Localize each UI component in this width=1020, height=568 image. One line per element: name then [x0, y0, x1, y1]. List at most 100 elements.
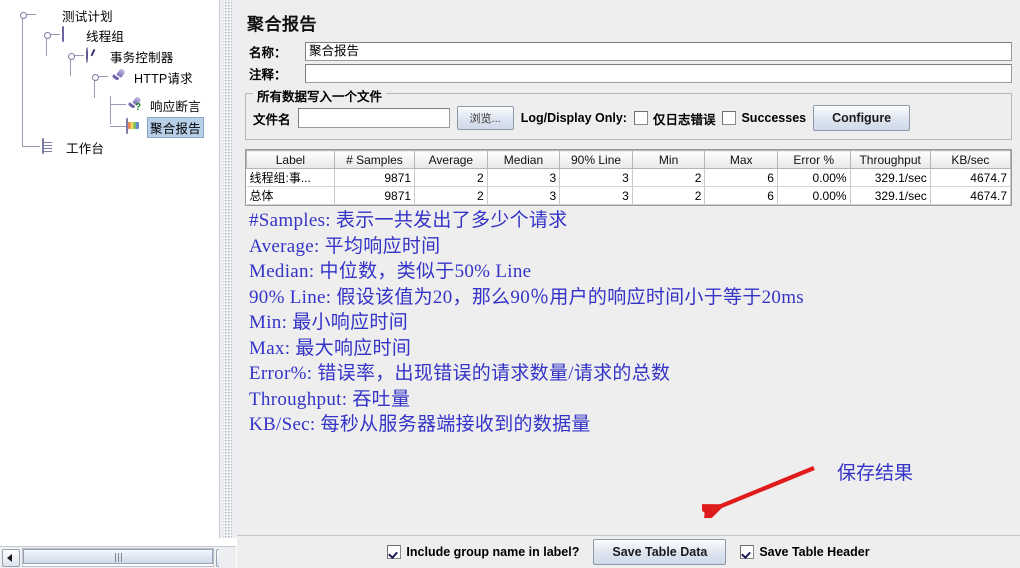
table-cell: 总体	[246, 186, 335, 205]
table-row[interactable]: 线程组:事... 9871 2 3 3 2 6 0.00% 329.1/sec 4674.7	[246, 168, 1012, 187]
table-cell: 2	[632, 168, 706, 187]
table-cell: 329.1/sec	[850, 168, 931, 187]
aggregate-report-icon	[126, 117, 144, 136]
test-plan-tree: 测试计划 线程组 事务控制器 HTTP请求 ? 响应断言 聚合报告 工作台	[0, 0, 219, 156]
successes-label: Successes	[741, 111, 807, 125]
table-column-header[interactable]: # Samples	[333, 150, 416, 169]
checkbox-box[interactable]	[722, 111, 737, 125]
http-request-icon	[110, 69, 128, 86]
tree-line	[110, 96, 111, 124]
errors-only-checkbox[interactable]: 仅日志错误	[633, 109, 716, 128]
annotation-line: Median: 中位数，类似于50% Line	[249, 261, 532, 282]
name-label: 名称：	[249, 46, 287, 60]
browse-button[interactable]: 浏览...	[456, 106, 514, 130]
tree-expand-handle[interactable]	[42, 30, 51, 39]
table-column-header[interactable]: Error %	[776, 150, 851, 169]
sidebar-item-workbench[interactable]: 工作台	[42, 137, 107, 157]
table-column-header[interactable]: 90% Line	[559, 150, 633, 169]
sidebar-item-label: 测试计划	[62, 9, 113, 24]
table-cell: 2	[414, 168, 488, 187]
aggregate-table: Label # Samples Average Median 90% Line Min Ma…	[246, 150, 1012, 205]
table-column-header[interactable]: Average	[414, 150, 488, 169]
table-cell: 4674.7	[930, 168, 1012, 187]
test-plan-tree-pane[interactable]: 测试计划 线程组 事务控制器 HTTP请求 ? 响应断言 聚合报告 工作台	[0, 0, 219, 538]
sidebar-item-thread-group[interactable]: 线程组	[62, 25, 127, 45]
tree-expand-handle[interactable]	[18, 10, 27, 19]
comment-input[interactable]	[305, 64, 1012, 83]
sidebar-item-response-assertion[interactable]: ? 响应断言	[126, 95, 204, 115]
include-group-name-label: Include group name in label?	[406, 545, 580, 559]
aggregate-table-wrapper[interactable]: Label # Samples Average Median 90% Line Min Ma…	[245, 149, 1012, 206]
workbench-icon	[42, 137, 60, 156]
save-table-header-checkbox[interactable]: Save Table Header	[740, 545, 870, 559]
sidebar-item-label: HTTP请求	[134, 71, 193, 86]
sidebar-item-label: 响应断言	[150, 99, 201, 114]
filename-label: 文件名	[253, 112, 291, 127]
annotation-line: #Samples: 表示一共发出了多少个请求	[249, 210, 568, 231]
bottom-action-bar: Include group name in label? Save Table …	[237, 535, 1020, 568]
annotation-line: Max: 最大响应时间	[249, 337, 412, 359]
table-row[interactable]: 总体 9871 2 3 3 2 6 0.00% 329.1/sec 4674.7	[246, 186, 1012, 205]
save-table-data-button[interactable]: Save Table Data	[593, 539, 727, 565]
tree-line	[110, 126, 126, 127]
sidebar-item-http-request[interactable]: HTTP请求	[110, 67, 196, 87]
split-pane-divider[interactable]	[219, 0, 238, 538]
tree-line	[22, 146, 40, 147]
table-cell: 线程组:事...	[246, 168, 335, 187]
name-field-row: 名称：	[245, 42, 1012, 61]
sidebar-item-label: 线程组	[86, 29, 125, 44]
table-column-header[interactable]: Throughput	[849, 150, 931, 169]
sidebar-item-aggregate-report[interactable]: 聚合报告	[126, 116, 204, 138]
include-group-name-checkbox[interactable]: Include group name in label?	[387, 545, 579, 559]
flask-icon	[38, 7, 56, 24]
save-table-header-label: Save Table Header	[759, 545, 870, 559]
table-cell: 9871	[334, 168, 416, 187]
table-cell: 3	[559, 186, 633, 205]
tree-line	[110, 104, 126, 105]
sidebar-item-test-plan[interactable]: 测试计划	[38, 5, 116, 25]
table-cell: 6	[704, 186, 778, 205]
write-all-data-group-title: 所有数据写入一个文件	[253, 86, 387, 105]
thread-group-icon	[62, 25, 80, 44]
scrollbar-track[interactable]	[22, 548, 214, 567]
tree-expand-handle[interactable]	[90, 72, 99, 81]
checkbox-box[interactable]	[633, 111, 648, 125]
annotation-notes: #Samples: 表示一共发出了多少个请求 Average: 平均响应时间 Med…	[245, 208, 1012, 438]
comment-label: 注释：	[249, 68, 287, 82]
annotation-line: Throughput: 吞吐量	[249, 388, 411, 410]
table-cell: 3	[487, 186, 561, 205]
table-column-header[interactable]: Min	[631, 150, 706, 169]
annotation-line: 90% Line: 假设该值为20，那么90％用户的响应时间小于等于20ms	[249, 286, 804, 308]
log-display-only-label: Log/Display Only:	[520, 111, 627, 125]
table-cell: 3	[487, 168, 561, 187]
scrollbar-thumb[interactable]	[23, 549, 213, 564]
scrollbar-corner	[219, 547, 236, 568]
response-assertion-icon: ?	[135, 101, 142, 113]
table-body: 线程组:事... 9871 2 3 3 2 6 0.00% 329.1/sec 4674.7 总体 9…	[246, 168, 1012, 205]
sidebar-item-label: 工作台	[66, 141, 105, 156]
annotation-line: Average: 平均响应时间	[249, 235, 441, 257]
configure-button[interactable]: Configure	[813, 105, 911, 131]
errors-only-label: 仅日志错误	[652, 112, 716, 127]
table-column-header[interactable]: Label	[246, 150, 335, 169]
checkbox-box[interactable]	[740, 545, 755, 559]
tree-horizontal-scrollbar[interactable]	[0, 546, 236, 568]
annotation-line: Error%: 错误率，出现错误的请求数量/请求的总数	[249, 363, 671, 384]
sidebar-item-transaction-controller[interactable]: 事务控制器	[86, 46, 177, 66]
tree-expand-handle[interactable]	[66, 51, 75, 60]
table-column-header[interactable]: Max	[704, 150, 778, 169]
table-cell: 0.00%	[777, 186, 851, 205]
table-column-header[interactable]: KB/sec	[929, 150, 1012, 169]
checkbox-box[interactable]	[387, 545, 402, 559]
filename-input[interactable]	[297, 108, 450, 128]
transaction-controller-icon	[86, 46, 104, 65]
write-all-data-group: 所有数据写入一个文件 文件名 浏览... Log/Display Only: 仅…	[245, 86, 1012, 140]
annotation-line: KB/Sec: 每秒从服务器端接收到的数据量	[249, 414, 591, 435]
table-cell: 0.00%	[777, 168, 851, 187]
scroll-left-button[interactable]	[2, 548, 20, 567]
table-cell: 6	[704, 168, 778, 187]
name-input[interactable]	[305, 42, 1012, 61]
table-cell: 329.1/sec	[850, 186, 931, 205]
successes-checkbox[interactable]: Successes	[722, 111, 806, 125]
table-column-header[interactable]: Median	[486, 150, 561, 169]
